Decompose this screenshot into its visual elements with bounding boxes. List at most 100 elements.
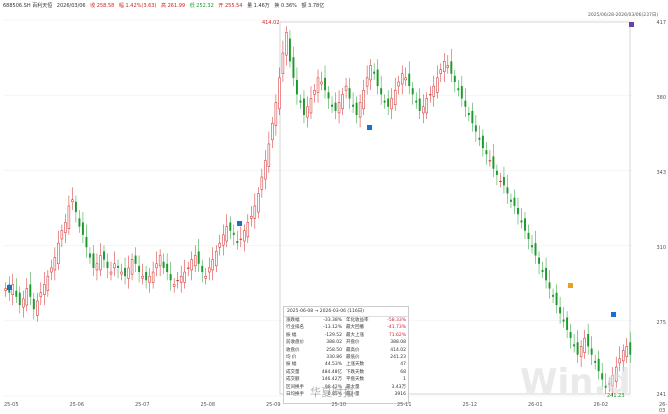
candle-body[interactable] xyxy=(481,135,484,149)
candle-body[interactable] xyxy=(369,65,372,81)
candle-body[interactable] xyxy=(278,77,281,110)
candle-body[interactable] xyxy=(545,267,548,281)
candle-body[interactable] xyxy=(478,137,481,140)
candle-body[interactable] xyxy=(190,259,193,271)
candle-body[interactable] xyxy=(243,230,246,242)
candle-body[interactable] xyxy=(166,263,169,273)
candle-body[interactable] xyxy=(393,89,397,105)
candle-body[interactable] xyxy=(418,98,421,111)
candle-body[interactable] xyxy=(306,106,309,118)
candle-body[interactable] xyxy=(502,177,505,186)
candle-body[interactable] xyxy=(222,234,225,246)
candle-body[interactable] xyxy=(303,98,305,116)
candle-body[interactable] xyxy=(352,104,355,107)
candle-body[interactable] xyxy=(460,86,463,99)
candle-body[interactable] xyxy=(587,334,590,347)
candle-body[interactable] xyxy=(78,218,81,227)
range-end-marker[interactable] xyxy=(629,22,634,27)
candle-body[interactable] xyxy=(348,88,351,99)
candle-body[interactable] xyxy=(229,222,232,231)
candle-body[interactable] xyxy=(517,208,519,215)
candle-body[interactable] xyxy=(432,85,435,97)
event-marker[interactable] xyxy=(237,221,242,226)
candle-body[interactable] xyxy=(390,98,393,110)
candle-body[interactable] xyxy=(320,81,323,85)
candle-body[interactable] xyxy=(271,123,274,141)
candle-body[interactable] xyxy=(81,222,84,235)
candle-body[interactable] xyxy=(176,280,179,282)
candle-body[interactable] xyxy=(555,292,558,306)
candle-body[interactable] xyxy=(531,245,533,248)
candle-body[interactable] xyxy=(267,143,271,167)
candle-body[interactable] xyxy=(186,267,190,269)
candle-body[interactable] xyxy=(429,94,432,96)
candle-body[interactable] xyxy=(67,205,71,229)
candle-body[interactable] xyxy=(57,242,60,265)
candle-body[interactable] xyxy=(50,267,53,273)
candle-body[interactable] xyxy=(141,275,144,279)
candle-body[interactable] xyxy=(362,89,365,110)
candle-body[interactable] xyxy=(215,251,218,267)
candle-body[interactable] xyxy=(415,100,418,103)
candle-body[interactable] xyxy=(499,180,502,182)
candle-body[interactable] xyxy=(566,317,569,330)
candle-body[interactable] xyxy=(457,88,460,91)
candle-body[interactable] xyxy=(397,81,400,87)
candle-body[interactable] xyxy=(117,265,119,268)
event-marker[interactable] xyxy=(367,125,372,130)
candle-body[interactable] xyxy=(337,102,341,114)
candle-body[interactable] xyxy=(506,187,509,194)
candle-body[interactable] xyxy=(264,160,267,180)
candle-body[interactable] xyxy=(211,259,214,271)
candle-body[interactable] xyxy=(548,282,551,289)
candle-body[interactable] xyxy=(292,57,295,78)
candle-body[interactable] xyxy=(450,61,453,74)
candle-body[interactable] xyxy=(327,92,330,99)
candle-body[interactable] xyxy=(383,100,386,103)
candle-body[interactable] xyxy=(579,346,583,357)
candle-body[interactable] xyxy=(92,253,95,268)
candle-body[interactable] xyxy=(74,201,77,213)
candle-body[interactable] xyxy=(299,100,302,103)
candle-body[interactable] xyxy=(471,110,474,124)
candle-body[interactable] xyxy=(387,98,390,107)
candle-body[interactable] xyxy=(583,337,586,353)
candle-body[interactable] xyxy=(541,269,544,273)
candle-body[interactable] xyxy=(404,77,407,81)
candle-body[interactable] xyxy=(334,102,337,111)
candle-body[interactable] xyxy=(344,85,348,91)
candle-body[interactable] xyxy=(172,284,176,287)
candle-body[interactable] xyxy=(183,271,186,283)
candle-body[interactable] xyxy=(629,342,632,355)
event-marker[interactable] xyxy=(568,283,573,288)
event-marker[interactable] xyxy=(7,285,12,290)
candle-body[interactable] xyxy=(145,272,148,281)
candle-body[interactable] xyxy=(246,222,250,238)
candle-body[interactable] xyxy=(622,350,625,362)
candle-body[interactable] xyxy=(625,346,628,357)
candle-body[interactable] xyxy=(239,238,243,240)
candle-body[interactable] xyxy=(85,236,88,248)
candle-body[interactable] xyxy=(36,300,39,316)
candle-body[interactable] xyxy=(439,69,443,74)
candle-body[interactable] xyxy=(257,193,260,213)
candle-body[interactable] xyxy=(225,226,228,242)
candle-body[interactable] xyxy=(29,284,32,297)
candle-body[interactable] xyxy=(60,230,64,240)
candle-body[interactable] xyxy=(204,275,207,279)
candle-body[interactable] xyxy=(124,267,127,277)
candle-body[interactable] xyxy=(64,222,67,234)
candle-body[interactable] xyxy=(193,255,197,267)
candle-body[interactable] xyxy=(22,298,25,308)
candle-body[interactable] xyxy=(162,261,165,268)
candle-body[interactable] xyxy=(71,199,74,203)
candle-body[interactable] xyxy=(46,275,50,291)
candle-body[interactable] xyxy=(376,69,379,87)
candle-body[interactable] xyxy=(309,98,313,114)
candle-body[interactable] xyxy=(527,232,530,239)
candle-body[interactable] xyxy=(288,38,291,62)
candle-body[interactable] xyxy=(316,77,320,93)
candle-body[interactable] xyxy=(95,263,99,271)
candle-body[interactable] xyxy=(380,88,383,95)
candle-body[interactable] xyxy=(158,255,162,267)
